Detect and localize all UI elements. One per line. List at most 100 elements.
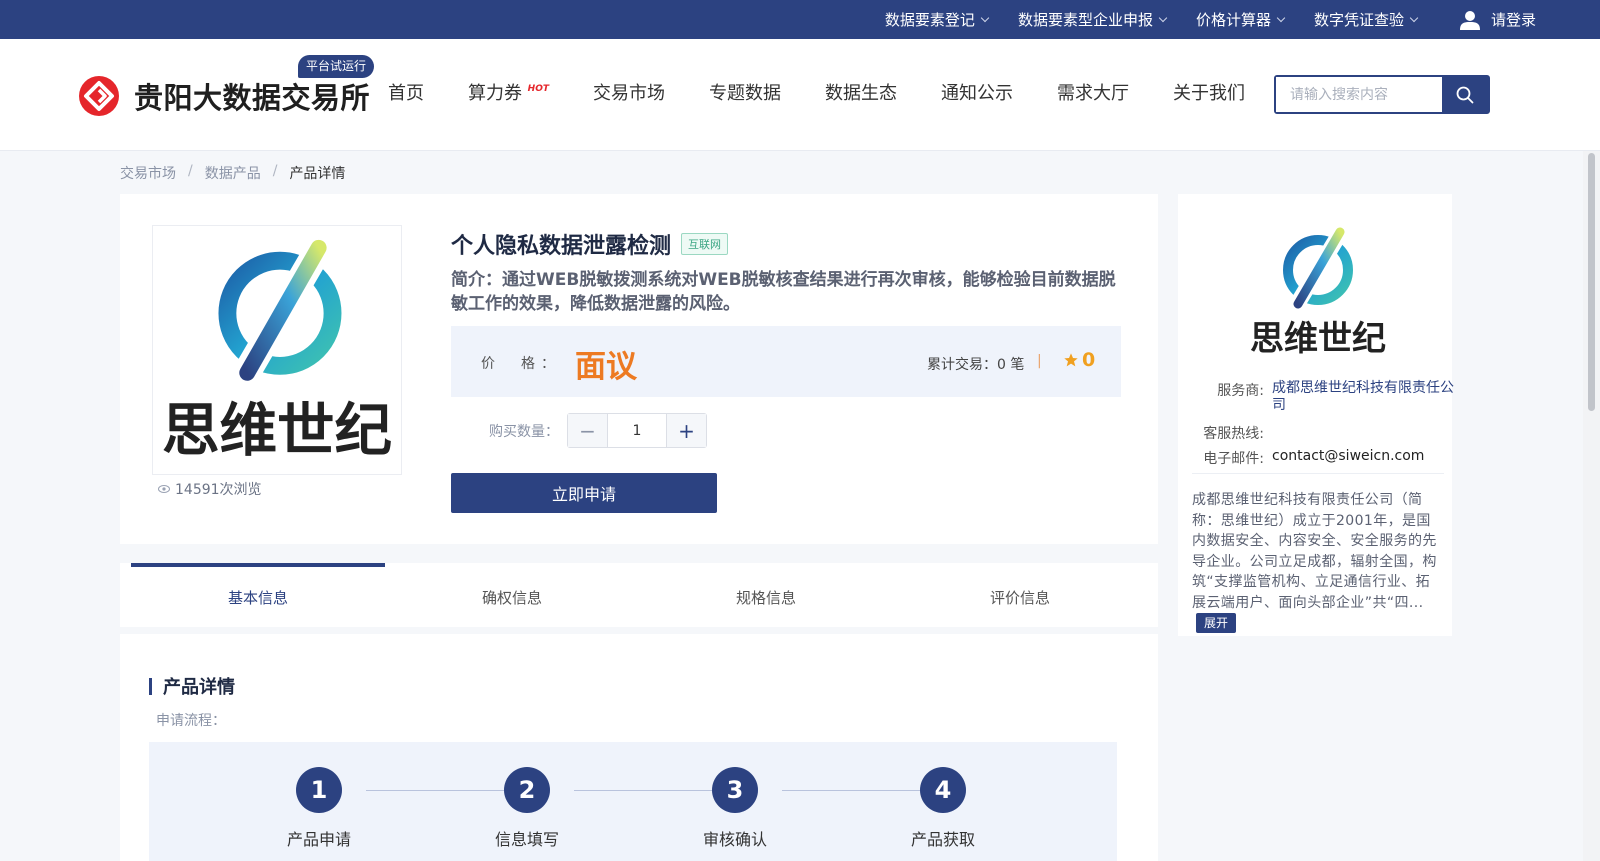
vendor-description: 成都思维世纪科技有限责任公司（简称：思维世纪）成立于2001年，是国内数据安全、… — [1192, 490, 1438, 634]
step-label: 审核确认 — [702, 830, 767, 849]
step-number: 2 — [504, 767, 550, 813]
view-count-text: 14591次浏览 — [175, 482, 262, 498]
provider-link[interactable]: 成都思维世纪科技有限责任公司 — [1272, 380, 1454, 414]
nav-demand-hall[interactable]: 需求大厅 — [1057, 79, 1129, 105]
search-input[interactable] — [1276, 77, 1442, 112]
divider — [1192, 473, 1444, 474]
section-title: 产品详情 — [149, 673, 235, 699]
step-number: 3 — [712, 767, 758, 813]
breadcrumb-data-products[interactable]: 数据产品 — [205, 163, 261, 183]
apply-now-button[interactable]: 立即申请 — [451, 473, 717, 513]
search-box — [1274, 75, 1490, 114]
top-menu-enterprise-declaration[interactable]: 数据要素型企业申报 — [1017, 9, 1168, 30]
hotline-value — [1272, 423, 1454, 443]
breadcrumb: 交易市场 / 数据产品 / 产品详情 — [120, 163, 345, 183]
product-title: 个人隐私数据泄露检测 互联网 — [451, 228, 729, 260]
email-label: 电子邮件: — [1203, 451, 1264, 467]
top-menu-label: 价格计算器 — [1195, 11, 1271, 29]
hot-badge: HOT — [527, 84, 549, 94]
top-menu-certificate-check[interactable]: 数字凭证查验 — [1313, 9, 1419, 30]
top-menu-data-registration[interactable]: 数据要素登记 — [884, 9, 990, 30]
beta-badge: 平台试运行 — [298, 55, 375, 78]
vendor-email-row: 电子邮件: contact@siweicn.com — [1198, 448, 1454, 468]
rating-value: 0 — [1082, 349, 1096, 371]
site-header: 贵阳大数据交易所 平台试运行 首页 算力券 HOT 交易市场 专题数据 数据生态… — [0, 39, 1600, 151]
flow-steps: 1 产品申请 2 信息填写 3 审核确认 4 产品获取 — [149, 742, 1117, 861]
nav-label: 算力券 — [468, 83, 522, 104]
quantity-stepper: − + — [567, 413, 707, 448]
view-count: 14591次浏览 — [158, 479, 262, 499]
flow-label: 申请流程： — [156, 713, 226, 729]
quantity-label: 购买数量： — [489, 423, 559, 440]
nav-compute-voucher[interactable]: 算力券 HOT — [468, 79, 549, 105]
chevron-down-icon — [980, 13, 990, 22]
page-scrollbar[interactable] — [1583, 151, 1600, 861]
breadcrumb-separator: / — [188, 163, 193, 179]
login-label: 请登录 — [1490, 11, 1536, 29]
provider-label: 服务商: — [1217, 383, 1264, 399]
chevron-down-icon — [1409, 13, 1419, 22]
nav-about[interactable]: 关于我们 — [1173, 79, 1245, 105]
user-icon — [1459, 10, 1480, 30]
decrease-button[interactable]: − — [568, 414, 608, 447]
chevron-down-icon — [1158, 13, 1168, 22]
vendor-description-text: 成都思维世纪科技有限责任公司（简称：思维世纪）成立于2001年，是国内数据安全、… — [1192, 492, 1437, 611]
price-label: 价 格： — [481, 356, 561, 372]
quantity-row: 购买数量： − + — [451, 413, 707, 448]
step-number: 4 — [920, 767, 966, 813]
top-menu: 数据要素登记 数据要素型企业申报 价格计算器 数字凭证查验 请登录 — [855, 0, 1536, 39]
nav-topic-data[interactable]: 专题数据 — [709, 79, 781, 105]
top-menu-price-calculator[interactable]: 价格计算器 — [1195, 9, 1286, 30]
breadcrumb-separator: / — [272, 163, 278, 179]
section-title-text: 产品详情 — [163, 677, 235, 698]
vendor-provider-row: 服务商: 成都思维世纪科技有限责任公司 — [1198, 380, 1454, 414]
flow-step: 1 产品申请 — [259, 767, 379, 850]
search-icon — [1456, 86, 1474, 103]
product-card: 思维世纪 14591次浏览 个人隐私数据泄露检测 互联网 简介：通过WEB脱敏拨… — [120, 194, 1158, 544]
divider: | — [1037, 353, 1042, 369]
flow-step: 4 产品获取 — [883, 767, 1003, 850]
chevron-down-icon — [1276, 13, 1286, 22]
logo-mark-icon[interactable] — [78, 75, 120, 117]
step-number: 1 — [296, 767, 342, 813]
top-bar: 数据要素登记 数据要素型企业申报 价格计算器 数字凭证查验 请登录 — [0, 0, 1600, 39]
nav-home[interactable]: 首页 — [388, 79, 424, 105]
main-nav: 首页 算力券 HOT 交易市场 专题数据 数据生态 通知公示 需求大厅 关于我们 — [388, 79, 1289, 105]
top-menu-label: 数字凭证查验 — [1313, 11, 1404, 29]
nav-ecosystem[interactable]: 数据生态 — [825, 79, 897, 105]
login-button[interactable]: 请登录 — [1459, 9, 1536, 31]
site-logo-text[interactable]: 贵阳大数据交易所 — [134, 75, 370, 117]
vendor-panel: 思维世纪 服务商: 成都思维世纪科技有限责任公司 客服热线: 电子邮件: con… — [1178, 194, 1454, 636]
quantity-input[interactable] — [608, 414, 666, 447]
flow-step: 2 信息填写 — [467, 767, 587, 850]
tab-rights-info[interactable]: 确权信息 — [385, 563, 639, 627]
nav-market[interactable]: 交易市场 — [593, 79, 665, 105]
price-value: 面议 — [575, 349, 637, 385]
vendor-logo: 思维世纪 — [1250, 224, 1386, 358]
vendor-logo-caption: 思维世纪 — [1250, 319, 1386, 358]
tab-spec-info[interactable]: 规格信息 — [639, 563, 893, 627]
tab-reviews[interactable]: 评价信息 — [893, 563, 1147, 627]
product-title-text: 个人隐私数据泄露检测 — [451, 234, 672, 259]
logo-caption: 思维世纪 — [162, 397, 392, 464]
nav-notices[interactable]: 通知公示 — [941, 79, 1013, 105]
search-button[interactable] — [1442, 77, 1488, 112]
scrollbar-thumb[interactable] — [1588, 153, 1595, 411]
rating: 0 — [1063, 349, 1095, 371]
breadcrumb-current: 产品详情 — [289, 166, 346, 182]
tab-basic-info[interactable]: 基本信息 — [131, 563, 385, 627]
hotline-label: 客服热线: — [1203, 426, 1264, 442]
star-icon — [1064, 353, 1078, 367]
top-menu-label: 数据要素登记 — [884, 11, 975, 29]
increase-button[interactable]: + — [666, 414, 706, 447]
product-image: 思维世纪 — [152, 225, 402, 475]
email-value[interactable]: contact@siweicn.com — [1272, 448, 1454, 468]
breadcrumb-market[interactable]: 交易市场 — [120, 163, 176, 183]
expand-button[interactable]: 展开 — [1196, 613, 1237, 633]
flow-step: 3 审核确认 — [675, 767, 795, 850]
top-menu-label: 数据要素型企业申报 — [1017, 11, 1153, 29]
price-panel: 价 格： 面议 累计交易：0 笔 | 0 — [451, 326, 1121, 397]
product-detail-section: 产品详情 申请流程： 1 产品申请 2 信息填写 3 审核确认 4 产品获取 — [120, 634, 1158, 861]
siwei-logo-image: 思维世纪 — [162, 229, 392, 464]
eye-icon — [158, 485, 170, 493]
